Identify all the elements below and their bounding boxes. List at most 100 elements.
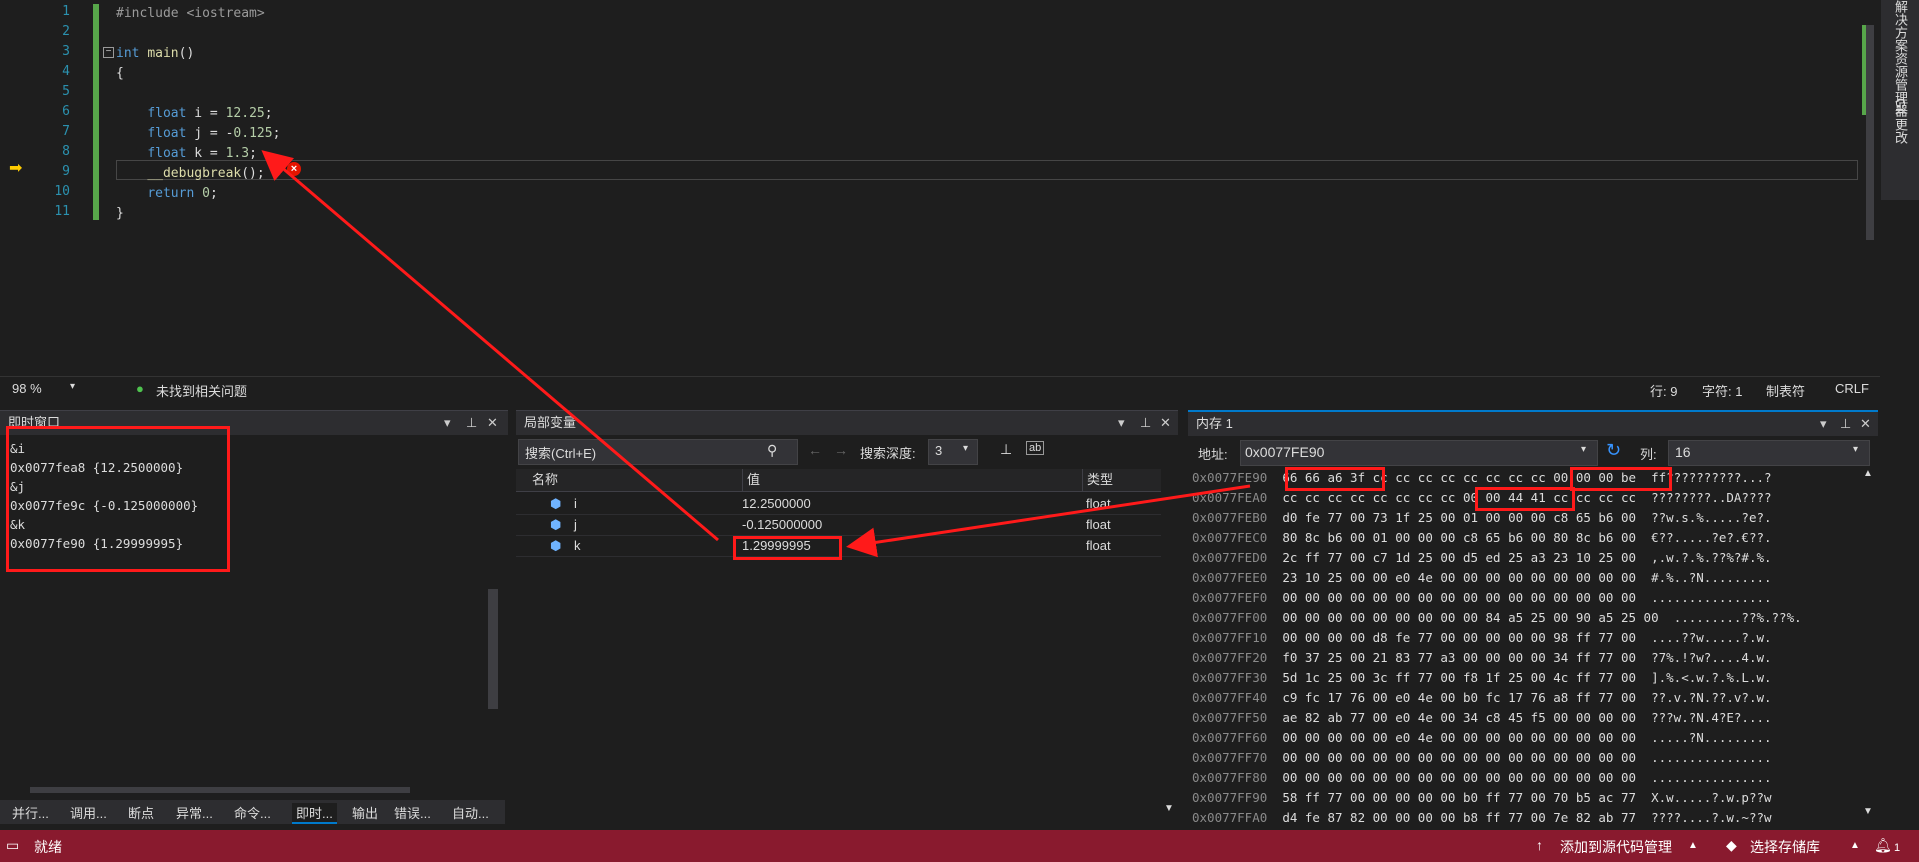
- memory-bytes[interactable]: 58 ff 77 00 00 00 00 00 b0 ff 77 00 70 b…: [1282, 790, 1636, 805]
- pin-icon[interactable]: ⊥: [1140, 411, 1151, 435]
- dropdown-icon[interactable]: ▾: [1118, 411, 1125, 435]
- code-line[interactable]: float k = 1.3;: [116, 144, 257, 164]
- code-line[interactable]: float i = 12.25;: [116, 104, 272, 124]
- error-icon[interactable]: ×: [287, 162, 301, 176]
- memory-row[interactable]: 0x0077FF10 00 00 00 00 d8 fe 77 00 00 00…: [1192, 628, 1772, 648]
- git-diamond-icon[interactable]: ◆: [1726, 837, 1737, 854]
- scrollbar-thumb[interactable]: [488, 589, 498, 709]
- code-area[interactable]: #include <iostream> int main(){ float i =…: [100, 0, 1860, 380]
- memory-row[interactable]: 0x0077FEC0 80 8c b6 00 01 00 00 00 c8 65…: [1192, 528, 1772, 548]
- scroll-down-icon[interactable]: ▼: [1164, 803, 1174, 814]
- locals-search-input[interactable]: 搜索(Ctrl+E) ⚲: [518, 439, 798, 465]
- memory-row[interactable]: 0x0077FF30 5d 1c 25 00 3c ff 77 00 f8 1f…: [1192, 668, 1772, 688]
- memory-bytes[interactable]: ae 82 ab 77 00 e0 4e 00 34 c8 45 f5 00 0…: [1282, 710, 1636, 725]
- memory-row[interactable]: 0x0077FF50 ae 82 ab 77 00 e0 4e 00 34 c8…: [1192, 708, 1772, 728]
- memory-bytes[interactable]: 00 00 00 00 d8 fe 77 00 00 00 00 00 98 f…: [1282, 630, 1636, 645]
- bottom-tab[interactable]: 错误...: [394, 803, 431, 822]
- forward-icon[interactable]: →: [834, 442, 848, 458]
- memory-bytes[interactable]: 00 00 00 00 00 00 00 00 00 00 00 00 00 0…: [1282, 590, 1636, 605]
- variable-value[interactable]: 12.2500000: [742, 493, 811, 514]
- bottom-tab[interactable]: 输出: [352, 803, 378, 822]
- code-line[interactable]: return 0;: [116, 184, 217, 204]
- col-name-header[interactable]: 名称: [532, 469, 558, 491]
- code-editor[interactable]: 1 2 3 4 5 6 7 8 9 10 11 ➡ − #include <iostream> int…: [0, 0, 1880, 380]
- memory-bytes[interactable]: c9 fc 17 76 00 e0 4e 00 b0 fc 17 76 a8 f…: [1282, 690, 1636, 705]
- pin-icon[interactable]: ⊥: [1840, 412, 1851, 436]
- add-source-control-button[interactable]: 添加到源代码管理: [1560, 837, 1672, 857]
- memory-row[interactable]: 0x0077FEB0 d0 fe 77 00 73 1f 25 00 01 00…: [1192, 508, 1772, 528]
- editor-vertical-scrollbar[interactable]: [1860, 0, 1880, 370]
- col-type-header[interactable]: 类型: [1082, 469, 1113, 491]
- code-line[interactable]: int main(): [116, 44, 194, 64]
- scroll-down-icon[interactable]: ▼: [1863, 806, 1873, 817]
- bottom-tab[interactable]: 即时...: [292, 803, 337, 824]
- pin-icon[interactable]: ⊥: [466, 411, 477, 435]
- bottom-tab[interactable]: 命令...: [234, 803, 271, 822]
- memory-row[interactable]: 0x0077FF80 00 00 00 00 00 00 00 00 00 00…: [1192, 768, 1772, 788]
- col-value-header[interactable]: 值: [742, 469, 760, 491]
- char-indicator[interactable]: 字符: 1: [1702, 381, 1742, 400]
- variable-value[interactable]: -0.125000000: [742, 514, 822, 535]
- dropdown-icon[interactable]: ▾: [444, 411, 451, 435]
- memory-bytes[interactable]: d0 fe 77 00 73 1f 25 00 01 00 00 00 c8 6…: [1282, 510, 1636, 525]
- memory-row[interactable]: 0x0077FFA0 d4 fe 87 82 00 00 00 00 b8 ff…: [1192, 808, 1772, 822]
- memory-vscrollbar[interactable]: ▲ ▼: [1860, 468, 1876, 822]
- address-input[interactable]: 0x0077FE90 ▾: [1240, 440, 1598, 466]
- search-depth-select[interactable]: 3 ▾: [928, 439, 978, 465]
- memory-bytes[interactable]: 80 8c b6 00 01 00 00 00 c8 65 b6 00 80 8…: [1282, 530, 1636, 545]
- close-icon[interactable]: ✕: [487, 411, 498, 435]
- back-icon[interactable]: ←: [808, 442, 822, 458]
- bottom-tab[interactable]: 异常...: [176, 803, 213, 822]
- search-icon[interactable]: ⚲: [767, 442, 777, 459]
- memory-bytes[interactable]: 2c ff 77 00 c7 1d 25 00 d5 ed 25 a3 23 1…: [1282, 550, 1636, 565]
- pin-watch-icon[interactable]: ⊥: [1000, 441, 1012, 458]
- immediate-hscrollbar[interactable]: [10, 783, 480, 797]
- scrollbar-thumb[interactable]: [1866, 25, 1874, 240]
- memory-bytes[interactable]: 00 00 00 00 00 e0 4e 00 00 00 00 00 00 0…: [1282, 730, 1636, 745]
- code-line[interactable]: #include <iostream>: [116, 4, 265, 24]
- memory-bytes[interactable]: 23 10 25 00 00 e0 4e 00 00 00 00 00 00 0…: [1282, 570, 1636, 585]
- memory-row[interactable]: 0x0077FF60 00 00 00 00 00 e0 4e 00 00 00…: [1192, 728, 1772, 748]
- memory-row[interactable]: 0x0077FEF0 00 00 00 00 00 00 00 00 00 00…: [1192, 588, 1772, 608]
- memory-row[interactable]: 0x0077FF00 00 00 00 00 00 00 00 00 00 84…: [1192, 608, 1802, 628]
- memory-bytes[interactable]: 00 00 00 00 00 00 00 00 00 84 a5 25 00 9…: [1282, 610, 1658, 625]
- memory-bytes[interactable]: 00 00 00 00 00 00 00 00 00 00 00 00 00 0…: [1282, 750, 1636, 765]
- line-indicator[interactable]: 行: 9: [1650, 381, 1677, 400]
- code-line[interactable]: float j = -0.125;: [116, 124, 280, 144]
- memory-bytes[interactable]: cc cc cc cc cc cc cc cc 00 00 44 41 cc c…: [1282, 490, 1636, 505]
- memory-row[interactable]: 0x0077FF20 f0 37 25 00 21 83 77 a3 00 00…: [1192, 648, 1772, 668]
- memory-bytes[interactable]: 5d 1c 25 00 3c ff 77 00 f8 1f 25 00 4c f…: [1282, 670, 1636, 685]
- notification-bell-icon[interactable]: 🔔︎: [1874, 837, 1892, 854]
- close-icon[interactable]: ✕: [1860, 412, 1871, 436]
- output-icon[interactable]: ▭: [6, 837, 19, 854]
- issues-status[interactable]: 未找到相关问题: [156, 381, 247, 400]
- memory-row[interactable]: 0x0077FF70 00 00 00 00 00 00 00 00 00 00…: [1192, 748, 1772, 768]
- bottom-tab[interactable]: 自动...: [452, 803, 489, 822]
- memory-row[interactable]: 0x0077FE90 66 66 a6 3f cc cc cc cc cc cc…: [1192, 468, 1772, 488]
- code-line[interactable]: __debugbreak();: [116, 164, 264, 184]
- memory-bytes[interactable]: 00 00 00 00 00 00 00 00 00 00 00 00 00 0…: [1282, 770, 1636, 785]
- eol-indicator[interactable]: CRLF: [1835, 381, 1869, 396]
- memory-dump[interactable]: 0x0077FE90 66 66 a6 3f cc cc cc cc cc cc…: [1188, 468, 1858, 822]
- view-hex-icon[interactable]: ab: [1026, 441, 1045, 455]
- locals-vscrollbar[interactable]: ▼: [1162, 469, 1176, 819]
- memory-row[interactable]: 0x0077FEE0 23 10 25 00 00 e0 4e 00 00 00…: [1192, 568, 1772, 588]
- memory-row[interactable]: 0x0077FF40 c9 fc 17 76 00 e0 4e 00 b0 fc…: [1192, 688, 1772, 708]
- locals-row[interactable]: ⬢ i 12.2500000 float: [516, 493, 1161, 515]
- code-line[interactable]: }: [116, 204, 124, 224]
- zoom-select[interactable]: 98 %: [12, 381, 42, 396]
- memory-bytes[interactable]: d4 fe 87 82 00 00 00 00 b8 ff 77 00 7e 8…: [1282, 810, 1636, 822]
- bottom-tab[interactable]: 断点: [128, 803, 154, 822]
- upload-icon[interactable]: ↑: [1536, 837, 1543, 853]
- code-line[interactable]: {: [116, 64, 124, 84]
- git-changes-tab[interactable]: Git 更改: [1891, 98, 1910, 144]
- bottom-tab[interactable]: 并行...: [12, 803, 49, 822]
- close-icon[interactable]: ✕: [1160, 411, 1171, 435]
- columns-select[interactable]: 16 ▾: [1668, 440, 1870, 466]
- dropdown-icon[interactable]: ▾: [1820, 412, 1827, 436]
- refresh-icon[interactable]: ↻: [1606, 440, 1621, 461]
- bottom-tab[interactable]: 调用...: [70, 803, 107, 822]
- select-repo-button[interactable]: 选择存储库: [1750, 837, 1820, 857]
- scroll-up-icon[interactable]: ▲: [1863, 468, 1873, 479]
- memory-bytes[interactable]: f0 37 25 00 21 83 77 a3 00 00 00 00 34 f…: [1282, 650, 1636, 665]
